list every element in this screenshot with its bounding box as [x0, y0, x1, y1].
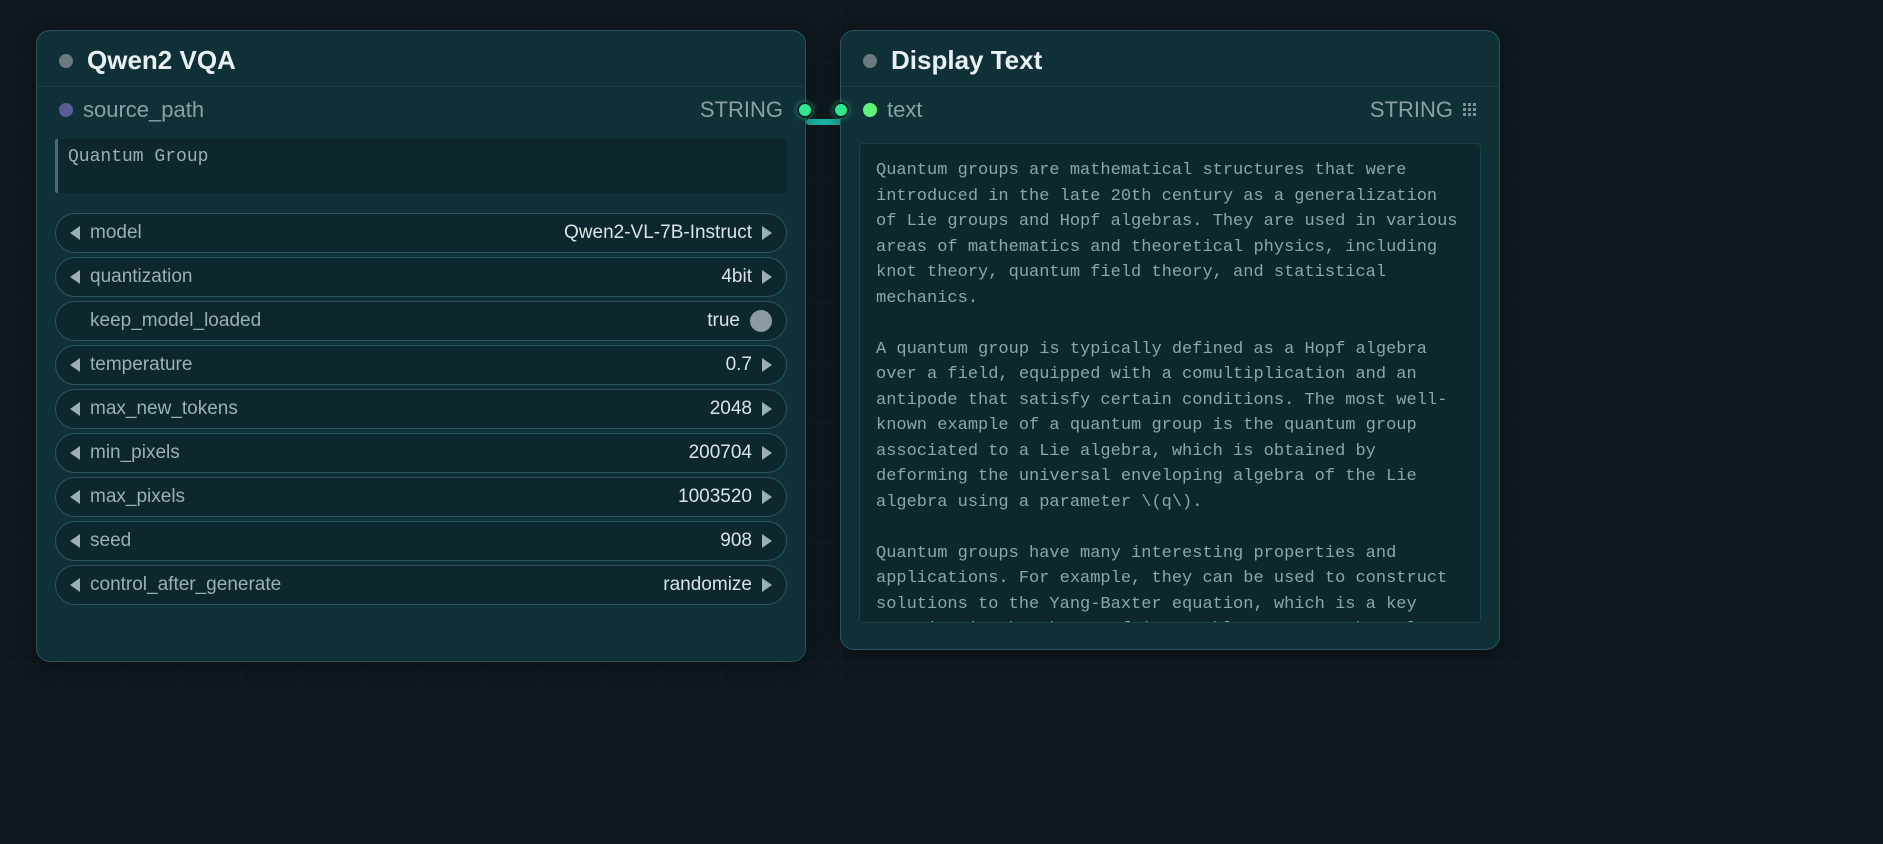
- output-port-icon[interactable]: [797, 102, 813, 118]
- temperature-input[interactable]: temperature 0.7: [55, 345, 787, 385]
- connection-wire: [806, 119, 842, 125]
- chevron-right-icon[interactable]: [762, 402, 772, 416]
- chevron-left-icon[interactable]: [70, 534, 80, 548]
- model-selector[interactable]: model Qwen2-VL-7B-Instruct: [55, 213, 787, 253]
- quantization-selector[interactable]: quantization 4bit: [55, 257, 787, 297]
- output-type-label: STRING: [700, 97, 783, 123]
- node-title-bar[interactable]: Display Text: [841, 31, 1499, 87]
- chevron-right-icon[interactable]: [762, 358, 772, 372]
- chevron-left-icon[interactable]: [70, 226, 80, 240]
- text-display[interactable]: Quantum groups are mathematical structur…: [859, 143, 1481, 623]
- node-title-bar[interactable]: Qwen2 VQA: [37, 31, 805, 87]
- chevron-left-icon[interactable]: [70, 270, 80, 284]
- min-pixels-input[interactable]: min_pixels 200704: [55, 433, 787, 473]
- node-qwen2-vqa[interactable]: Qwen2 VQA source_path STRING Quantum Gro…: [36, 30, 806, 662]
- grip-icon[interactable]: [1463, 103, 1477, 117]
- input-label: text: [887, 97, 922, 123]
- collapse-dot-icon[interactable]: [863, 54, 877, 68]
- input-port-inner-icon[interactable]: [863, 103, 877, 117]
- chevron-left-icon[interactable]: [70, 490, 80, 504]
- seed-input[interactable]: seed 908: [55, 521, 787, 561]
- output-type-label: STRING: [1370, 97, 1453, 123]
- io-row: text STRING: [841, 87, 1499, 133]
- toggle-knob-icon[interactable]: [750, 310, 772, 332]
- keep-model-loaded-toggle[interactable]: keep_model_loaded true: [55, 301, 787, 341]
- chevron-right-icon[interactable]: [762, 490, 772, 504]
- chevron-right-icon[interactable]: [762, 226, 772, 240]
- control-after-generate-selector[interactable]: control_after_generate randomize: [55, 565, 787, 605]
- io-row: source_path STRING: [37, 87, 805, 133]
- node-canvas[interactable]: Qwen2 VQA source_path STRING Quantum Gro…: [0, 0, 1883, 844]
- chevron-left-icon[interactable]: [70, 578, 80, 592]
- input-port-icon[interactable]: [833, 102, 849, 118]
- node-display-text[interactable]: Display Text text STRING Quantum groups …: [840, 30, 1500, 650]
- max-new-tokens-input[interactable]: max_new_tokens 2048: [55, 389, 787, 429]
- chevron-right-icon[interactable]: [762, 270, 772, 284]
- input-port-icon[interactable]: [59, 103, 73, 117]
- node-title-text: Display Text: [891, 45, 1042, 76]
- input-label: source_path: [83, 97, 204, 123]
- chevron-left-icon[interactable]: [70, 446, 80, 460]
- max-pixels-input[interactable]: max_pixels 1003520: [55, 477, 787, 517]
- node-title-text: Qwen2 VQA: [87, 45, 236, 76]
- chevron-left-icon[interactable]: [70, 358, 80, 372]
- collapse-dot-icon[interactable]: [59, 54, 73, 68]
- chevron-right-icon[interactable]: [762, 578, 772, 592]
- chevron-right-icon[interactable]: [762, 446, 772, 460]
- chevron-left-icon[interactable]: [70, 402, 80, 416]
- chevron-right-icon[interactable]: [762, 534, 772, 548]
- prompt-input[interactable]: Quantum Group: [55, 139, 787, 193]
